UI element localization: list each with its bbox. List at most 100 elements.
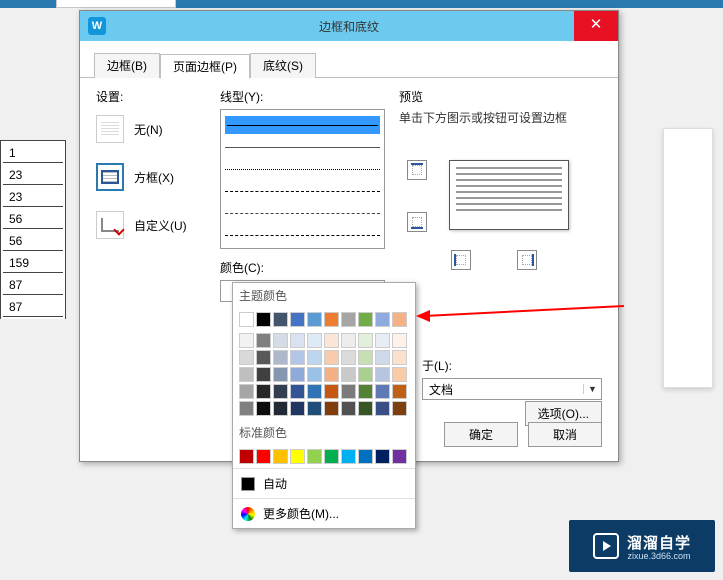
edge-right-button[interactable] <box>517 250 537 270</box>
color-swatch[interactable] <box>256 401 271 416</box>
color-swatch[interactable] <box>324 401 339 416</box>
setting-custom[interactable]: 自定义(U) <box>96 211 206 239</box>
color-swatch[interactable] <box>273 401 288 416</box>
color-swatch[interactable] <box>341 384 356 399</box>
color-swatch[interactable] <box>324 312 339 327</box>
line-style-option[interactable] <box>225 160 380 178</box>
color-swatch[interactable] <box>239 350 254 365</box>
color-swatch[interactable] <box>239 367 254 382</box>
line-style-option[interactable] <box>225 226 380 244</box>
color-swatch[interactable] <box>375 449 390 464</box>
color-swatch[interactable] <box>256 384 271 399</box>
color-swatch[interactable] <box>324 384 339 399</box>
apply-to-combo[interactable]: 文档 ▼ <box>422 378 602 400</box>
color-swatch[interactable] <box>290 312 305 327</box>
color-swatch[interactable] <box>341 401 356 416</box>
color-swatch[interactable] <box>307 367 322 382</box>
setting-none[interactable]: 无(N) <box>96 115 206 143</box>
tab-page-border[interactable]: 页面边框(P) <box>160 54 250 79</box>
tab-shading[interactable]: 底纹(S) <box>250 53 316 78</box>
color-swatch[interactable] <box>290 401 305 416</box>
color-swatch[interactable] <box>358 312 373 327</box>
color-swatch[interactable] <box>256 333 271 348</box>
color-swatch[interactable] <box>273 367 288 382</box>
color-swatch[interactable] <box>375 384 390 399</box>
color-swatch[interactable] <box>273 333 288 348</box>
color-swatch[interactable] <box>307 350 322 365</box>
color-swatch[interactable] <box>358 401 373 416</box>
color-swatch[interactable] <box>256 449 271 464</box>
color-swatch[interactable] <box>392 333 407 348</box>
color-swatch[interactable] <box>273 449 288 464</box>
color-swatch[interactable] <box>239 449 254 464</box>
color-swatch[interactable] <box>341 350 356 365</box>
ok-button[interactable]: 确定 <box>444 422 518 447</box>
color-swatch[interactable] <box>375 367 390 382</box>
color-swatch[interactable] <box>256 350 271 365</box>
tab-borders[interactable]: 边框(B) <box>94 53 160 78</box>
color-swatch[interactable] <box>392 449 407 464</box>
color-swatch[interactable] <box>273 384 288 399</box>
color-swatch[interactable] <box>341 449 356 464</box>
color-swatch[interactable] <box>358 384 373 399</box>
color-swatch[interactable] <box>392 401 407 416</box>
color-swatch[interactable] <box>358 350 373 365</box>
edge-top-button[interactable] <box>407 160 427 180</box>
color-swatch[interactable] <box>307 401 322 416</box>
setting-box[interactable]: 方框(X) <box>96 163 206 191</box>
preview-hint: 单击下方图示或按钮可设置边框 <box>399 109 602 126</box>
more-colors-item[interactable]: 更多颜色(M)... <box>233 498 415 528</box>
color-swatch[interactable] <box>307 312 322 327</box>
brand-watermark: 溜溜自学 zixue.3d66.com <box>569 520 715 572</box>
color-swatch[interactable] <box>375 333 390 348</box>
color-swatch[interactable] <box>324 350 339 365</box>
color-swatch[interactable] <box>307 384 322 399</box>
color-swatch[interactable] <box>375 312 390 327</box>
color-swatch[interactable] <box>375 401 390 416</box>
color-swatch[interactable] <box>324 449 339 464</box>
ribbon-tab <box>56 0 176 8</box>
color-swatch[interactable] <box>290 350 305 365</box>
color-swatch[interactable] <box>341 333 356 348</box>
line-style-option[interactable] <box>225 204 380 222</box>
color-swatch[interactable] <box>273 312 288 327</box>
color-swatch[interactable] <box>239 333 254 348</box>
color-swatch[interactable] <box>239 384 254 399</box>
color-swatch[interactable] <box>375 350 390 365</box>
color-swatch[interactable] <box>256 367 271 382</box>
color-swatch[interactable] <box>273 350 288 365</box>
color-swatch[interactable] <box>358 333 373 348</box>
color-swatch[interactable] <box>239 312 254 327</box>
color-swatch[interactable] <box>392 312 407 327</box>
color-swatch[interactable] <box>256 312 271 327</box>
color-swatch[interactable] <box>324 367 339 382</box>
line-style-option[interactable] <box>225 138 380 156</box>
color-swatch[interactable] <box>358 449 373 464</box>
cancel-button[interactable]: 取消 <box>528 422 602 447</box>
close-button[interactable]: ✕ <box>574 11 618 41</box>
color-swatch[interactable] <box>324 333 339 348</box>
line-style-list[interactable] <box>220 109 385 249</box>
color-swatch[interactable] <box>290 449 305 464</box>
color-swatch[interactable] <box>290 333 305 348</box>
color-swatch[interactable] <box>341 367 356 382</box>
color-swatch[interactable] <box>239 401 254 416</box>
color-swatch[interactable] <box>392 367 407 382</box>
line-style-option[interactable] <box>225 248 380 249</box>
color-swatch[interactable] <box>358 367 373 382</box>
edge-left-button[interactable] <box>451 250 471 270</box>
color-swatch[interactable] <box>392 350 407 365</box>
edge-bottom-button[interactable] <box>407 212 427 232</box>
line-style-label: 线型(Y): <box>220 88 385 105</box>
line-style-option[interactable] <box>225 116 380 134</box>
color-swatch[interactable] <box>341 312 356 327</box>
line-style-option[interactable] <box>225 182 380 200</box>
color-swatch[interactable] <box>392 384 407 399</box>
tabstrip: 边框(B) 页面边框(P) 底纹(S) <box>80 41 618 78</box>
color-swatch[interactable] <box>307 333 322 348</box>
color-swatch[interactable] <box>307 449 322 464</box>
color-swatch[interactable] <box>290 384 305 399</box>
auto-color-item[interactable]: 自动 <box>233 468 415 498</box>
settings-label: 设置: <box>96 88 206 105</box>
color-swatch[interactable] <box>290 367 305 382</box>
